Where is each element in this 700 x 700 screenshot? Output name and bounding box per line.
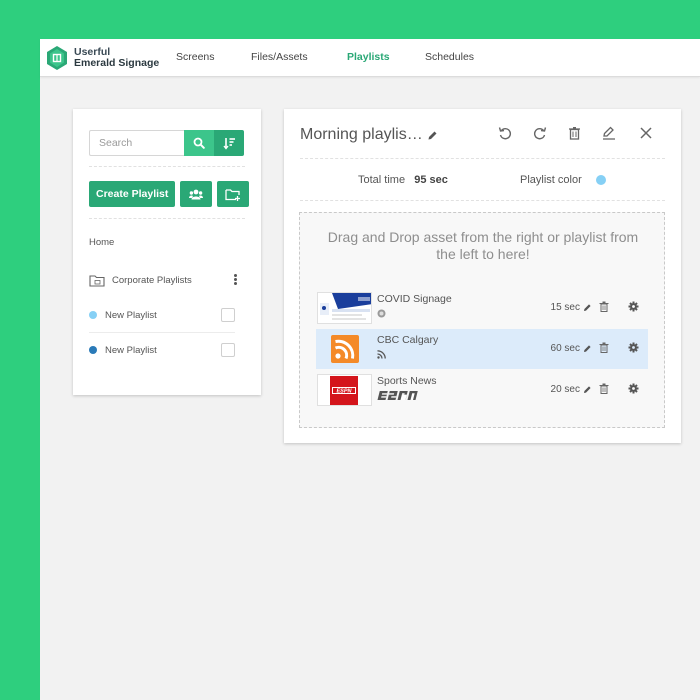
svg-text:ESPN: ESPN [337, 389, 353, 395]
divider [300, 200, 665, 201]
asset-duration: 15 sec [550, 302, 580, 313]
nav-files-assets[interactable]: Files/Assets [251, 51, 308, 63]
playlist-item[interactable]: New Playlist [89, 305, 235, 325]
asset-name: CBC Calgary [377, 334, 439, 346]
gear-icon[interactable] [628, 301, 639, 312]
playlist-browser: Create Playlist Home [73, 109, 261, 395]
covid-webpage-thumbnail [317, 292, 372, 324]
playlist-actions: Create Playlist [89, 181, 250, 207]
playlist-label: New Playlist [105, 309, 157, 321]
web-icon [377, 309, 386, 318]
search-button[interactable] [184, 130, 214, 156]
playlist-title: Morning playlis… [300, 126, 423, 143]
folder-icon [89, 274, 105, 287]
asset-duration: 20 sec [550, 384, 580, 395]
sort-icon [222, 137, 235, 150]
redo-icon[interactable] [533, 126, 547, 140]
undo-icon[interactable] [498, 126, 512, 140]
more-options-icon[interactable] [234, 274, 237, 285]
folder-plus-icon [225, 189, 241, 201]
divider [89, 166, 245, 167]
asset-dropzone[interactable]: Drag and Drop asset from the right or pl… [299, 212, 665, 428]
pencil-icon[interactable] [427, 130, 438, 141]
total-time-label: Total time [358, 174, 406, 186]
webpage-preview-image [318, 293, 371, 323]
playlist-checkbox[interactable] [221, 343, 235, 357]
app-window: Userful Emerald Signage Screens Files/As… [40, 39, 700, 700]
gear-icon[interactable] [628, 342, 639, 353]
asset-name: Sports News [377, 375, 437, 387]
new-folder-button[interactable] [217, 181, 250, 207]
rss-feed-thumbnail [317, 333, 372, 365]
trash-icon[interactable] [599, 383, 609, 394]
asset-row-covid-signage[interactable]: COVID Signage 15 sec [316, 288, 648, 328]
delete-playlist-icon[interactable] [568, 126, 581, 140]
close-icon[interactable] [640, 127, 652, 139]
users-icon [189, 189, 204, 199]
trash-icon[interactable] [599, 342, 609, 353]
divider [300, 158, 665, 159]
playlist-color-dot [89, 346, 97, 354]
total-time: Total time 95 sec [358, 174, 448, 186]
playlist-checkbox[interactable] [221, 308, 235, 322]
top-nav: Userful Emerald Signage Screens Files/As… [40, 39, 700, 77]
folder-label: Corporate Playlists [112, 274, 192, 286]
edit-duration-icon[interactable] [583, 303, 592, 312]
asset-name: COVID Signage [377, 293, 452, 305]
create-playlist-button[interactable]: Create Playlist [89, 181, 176, 207]
asset-duration: 60 sec [550, 343, 580, 354]
divider [89, 332, 235, 333]
breadcrumb-home[interactable]: Home [89, 237, 114, 248]
total-time-value: 95 sec [414, 174, 448, 186]
sort-button[interactable] [214, 130, 244, 156]
rss-icon [377, 350, 386, 359]
edit-duration-icon[interactable] [583, 385, 592, 394]
playlist-label: New Playlist [105, 344, 157, 356]
brand-name: Userful Emerald Signage [74, 47, 159, 69]
edit-icon[interactable] [602, 126, 616, 140]
search-input[interactable] [89, 130, 184, 156]
espn-thumbnail: ESPN [317, 374, 372, 406]
espn-logo-icon [377, 391, 418, 400]
emerald-hex-icon [47, 46, 67, 70]
brand-logo[interactable]: Userful Emerald Signage [46, 44, 159, 72]
asset-row-sports-news[interactable]: ESPN Sports News 20 sec [316, 370, 648, 410]
asset-row-cbc-calgary[interactable]: CBC Calgary 60 sec [316, 329, 648, 369]
playlist-color-dot [89, 311, 97, 319]
dropzone-hint: Drag and Drop asset from the right or pl… [327, 229, 639, 262]
brand-line-2: Emerald Signage [74, 57, 160, 69]
nav-schedules[interactable]: Schedules [425, 51, 474, 63]
gear-icon[interactable] [628, 383, 639, 394]
espn-logo-image: ESPN [330, 376, 358, 405]
playlist-color-swatch[interactable] [596, 175, 606, 185]
rss-logo-image [331, 335, 359, 363]
share-users-button[interactable] [180, 181, 213, 207]
search-icon [193, 137, 205, 149]
search-bar [89, 130, 245, 156]
playlist-item[interactable]: New Playlist [89, 340, 235, 360]
trash-icon[interactable] [599, 301, 609, 312]
nav-playlists[interactable]: Playlists [347, 51, 390, 63]
divider [89, 218, 245, 219]
playlist-editor: Morning playlis… Total time 95 sec Playl… [284, 109, 681, 443]
folder-corporate-playlists[interactable]: Corporate Playlists [89, 271, 237, 289]
nav-screens[interactable]: Screens [176, 51, 215, 63]
edit-duration-icon[interactable] [583, 344, 592, 353]
playlist-color-label: Playlist color [520, 174, 582, 186]
